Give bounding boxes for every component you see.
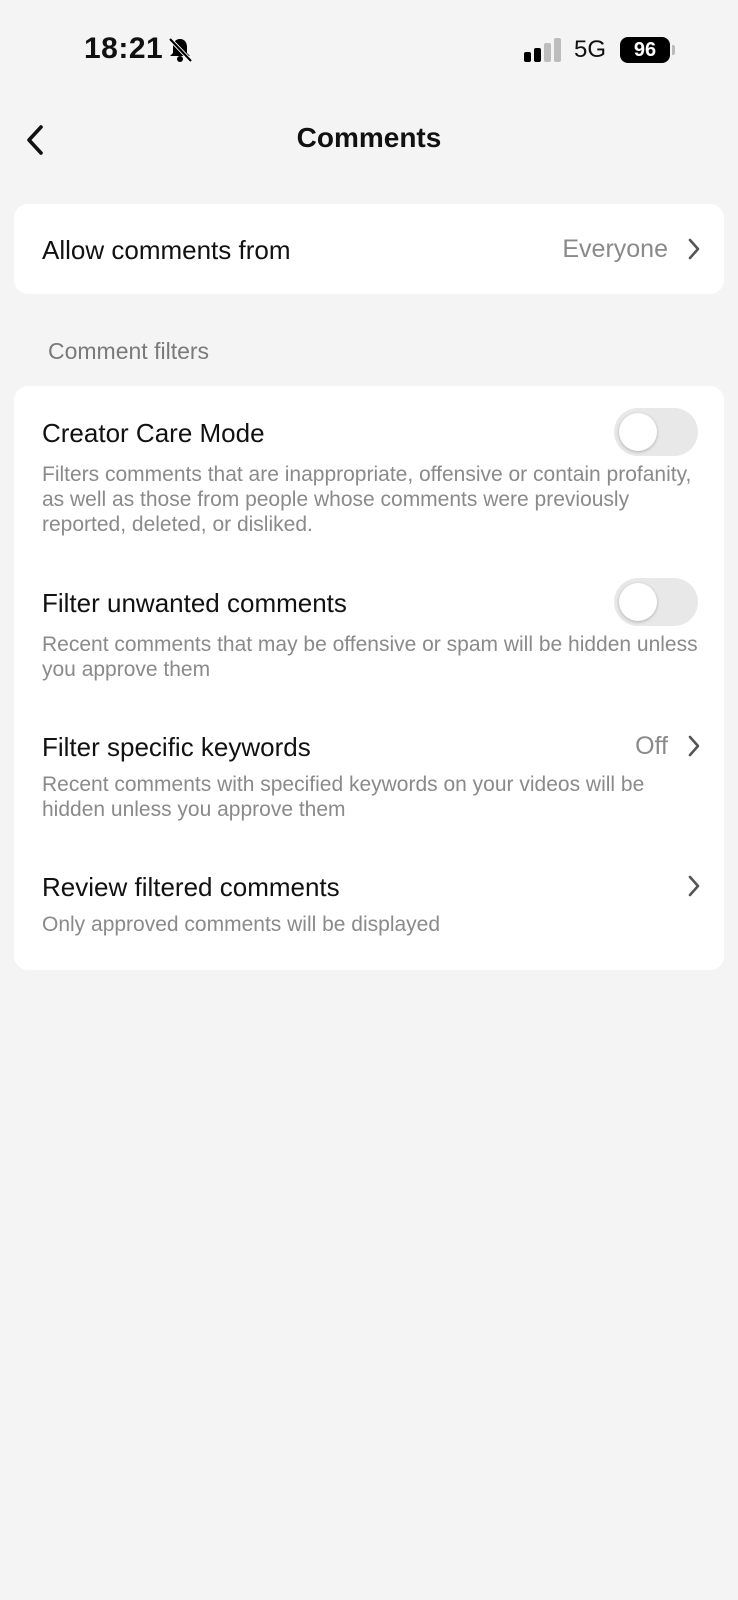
battery-level: 96 [633,39,657,61]
review-filtered-description: Only approved comments will be displayed [42,913,441,936]
network-type: 5G [574,36,607,63]
allow-comments-value: Everyone [562,235,668,263]
allow-comments-row[interactable]: Allow comments from Everyone [14,204,724,294]
filter-keywords-row[interactable]: Filter specific keywords Off Recent comm… [14,698,724,828]
creator-care-mode-row: Creator Care Mode Filters comments that … [14,386,724,546]
page-title: Comments [296,122,442,153]
chevron-right-icon [688,238,700,260]
creator-care-mode-title: Creator Care Mode [42,418,265,448]
filter-unwanted-description: Recent comments that may be offensive or… [42,633,698,681]
toggle-knob [619,583,657,621]
signal-icon [524,38,561,62]
toggle-knob [619,413,657,451]
chevron-right-icon [688,875,700,897]
filter-unwanted-title: Filter unwanted comments [42,588,347,618]
filter-keywords-description: Recent comments with specified keywords … [42,773,645,821]
chevron-right-icon [688,735,700,757]
status-time: 18:21 [84,32,164,65]
nav-bar: Comments [0,100,738,180]
creator-care-mode-toggle[interactable] [614,408,698,456]
battery-icon: 96 [620,37,670,63]
filter-keywords-title: Filter specific keywords [42,732,311,762]
filter-unwanted-row: Filter unwanted comments Recent comments… [14,556,724,686]
allow-comments-label: Allow comments from [42,235,291,265]
review-filtered-row[interactable]: Review filtered comments Only approved c… [14,838,724,948]
section-title-comment-filters: Comment filters [48,338,210,364]
creator-care-mode-description: Filters comments that are inappropriate,… [42,463,692,536]
battery-cap [672,45,675,55]
review-filtered-title: Review filtered comments [42,872,340,902]
bell-slash-icon [168,37,193,63]
status-bar: 18:21 5G 96 [0,0,738,100]
filter-unwanted-toggle[interactable] [614,578,698,626]
filter-keywords-value: Off [635,732,668,760]
comment-filters-card: Creator Care Mode Filters comments that … [14,386,724,970]
